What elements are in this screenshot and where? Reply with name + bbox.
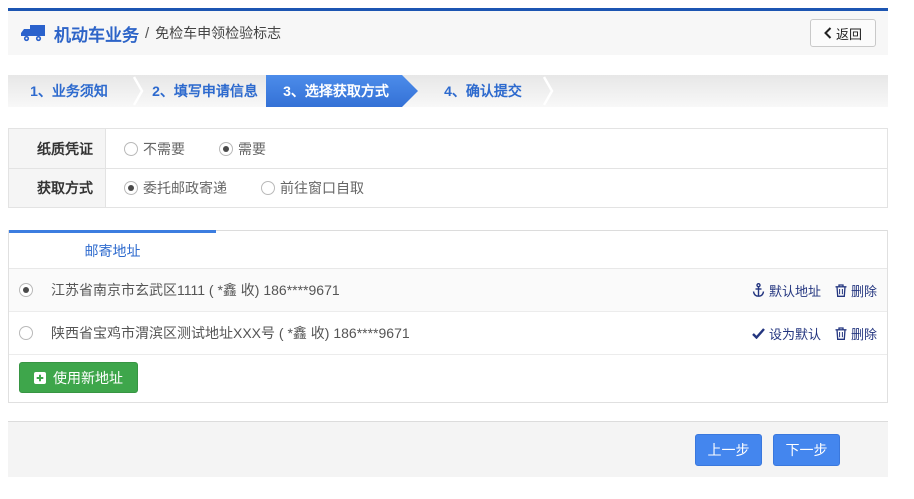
step-tab-2[interactable]: 2、填写申请信息 xyxy=(146,75,264,107)
delete-address-link[interactable]: 删除 xyxy=(835,281,877,300)
page-header: 机动车业务 / 免检车申领检验标志 返回 xyxy=(8,11,888,55)
chevron-left-icon xyxy=(824,27,832,39)
form-value-delivery-method: 委托邮政寄递 前往窗口自取 xyxy=(106,169,887,207)
next-step-button[interactable]: 下一步 xyxy=(773,434,840,466)
radio-checked-icon[interactable] xyxy=(124,181,138,195)
step-tab-2-label: 2、填写申请信息 xyxy=(152,81,258,101)
tab-separator-icon xyxy=(130,75,146,107)
check-icon xyxy=(752,328,765,339)
radio-option-no-need[interactable]: 不需要 xyxy=(124,139,185,159)
radio-unchecked-icon[interactable] xyxy=(261,181,275,195)
trash-icon xyxy=(835,327,847,340)
step-tab-3-active[interactable]: 3、选择获取方式 xyxy=(266,75,418,107)
form-value-paper-cert: 不需要 需要 xyxy=(106,129,887,168)
address-actions: 设为默认 删除 xyxy=(752,324,877,343)
radio-option-postal-delivery[interactable]: 委托邮政寄递 xyxy=(124,178,227,198)
address-radio-checked-icon[interactable] xyxy=(19,283,33,297)
step-tabs: 1、业务须知 2、填写申请信息 3、选择获取方式 4、确认提交 xyxy=(8,75,888,107)
radio-checked-icon[interactable] xyxy=(219,142,233,156)
truck-icon xyxy=(20,23,46,43)
radio-option-window-pickup[interactable]: 前往窗口自取 xyxy=(261,178,364,198)
trash-icon xyxy=(835,284,847,297)
radio-label: 需要 xyxy=(238,139,266,159)
form-row-delivery-method: 获取方式 委托邮政寄递 前往窗口自取 xyxy=(9,168,887,207)
radio-label: 前往窗口自取 xyxy=(280,178,364,198)
step-tab-1-label: 1、业务须知 xyxy=(30,81,108,101)
form-label-paper-cert: 纸质凭证 xyxy=(9,129,106,168)
delete-link-label: 删除 xyxy=(851,281,877,300)
anchor-icon xyxy=(752,283,765,297)
delete-address-link[interactable]: 删除 xyxy=(835,324,877,343)
form-row-paper-cert: 纸质凭证 不需要 需要 xyxy=(9,129,887,168)
radio-unchecked-icon[interactable] xyxy=(124,142,138,156)
step-tab-3-label: 3、选择获取方式 xyxy=(283,81,389,101)
set-default-label: 设为默认 xyxy=(769,324,821,343)
radio-label: 不需要 xyxy=(143,139,185,159)
radio-label: 委托邮政寄递 xyxy=(143,178,227,198)
address-actions: 默认地址 删除 xyxy=(752,281,877,300)
mailing-address-section: 邮寄地址 江苏省南京市玄武区1111 ( *鑫 收) 186****9671 默… xyxy=(8,230,888,403)
address-text: 江苏省南京市玄武区1111 ( *鑫 收) 186****9671 xyxy=(51,280,340,300)
form-label-delivery-method: 获取方式 xyxy=(9,169,106,207)
address-tab-bar-filler xyxy=(216,230,887,268)
previous-step-button[interactable]: 上一步 xyxy=(695,434,762,466)
options-form: 纸质凭证 不需要 需要 获取方式 委托邮政寄递 xyxy=(8,128,888,208)
tab-mailing-address[interactable]: 邮寄地址 xyxy=(9,230,216,268)
default-address-badge[interactable]: 默认地址 xyxy=(752,281,821,300)
step-tab-1[interactable]: 1、业务须知 xyxy=(8,75,130,107)
default-address-label: 默认地址 xyxy=(769,281,821,300)
page-container: 机动车业务 / 免检车申领检验标志 返回 1、业务须知 2、填写申请信息 3、选… xyxy=(8,8,888,477)
back-button[interactable]: 返回 xyxy=(810,19,876,47)
delete-link-label: 删除 xyxy=(851,324,877,343)
use-new-address-button[interactable]: 使用新地址 xyxy=(19,362,138,393)
step-tab-4-label: 4、确认提交 xyxy=(444,81,522,101)
plus-icon xyxy=(34,372,46,384)
bottom-action-bar: 上一步 下一步 xyxy=(8,421,888,477)
back-button-label: 返回 xyxy=(836,24,862,43)
tab-separator-icon xyxy=(540,75,556,107)
radio-option-need[interactable]: 需要 xyxy=(219,139,266,159)
page-title: 机动车业务 xyxy=(54,21,139,46)
address-text: 陕西省宝鸡市渭滨区测试地址XXX号 ( *鑫 收) 186****9671 xyxy=(51,323,410,343)
address-row-2[interactable]: 陕西省宝鸡市渭滨区测试地址XXX号 ( *鑫 收) 186****9671 设为… xyxy=(9,312,887,355)
use-new-address-label: 使用新地址 xyxy=(53,368,123,388)
step-tab-4[interactable]: 4、确认提交 xyxy=(426,75,540,107)
address-row-1[interactable]: 江苏省南京市玄武区1111 ( *鑫 收) 186****9671 默认地址 xyxy=(9,269,887,312)
address-footer: 使用新地址 xyxy=(9,355,887,402)
address-radio-unchecked-icon[interactable] xyxy=(19,326,33,340)
tab-gap xyxy=(418,75,426,107)
breadcrumb-current: 免检车申领检验标志 xyxy=(155,23,281,43)
breadcrumb-separator: / xyxy=(145,25,149,42)
address-tab-bar: 邮寄地址 xyxy=(9,230,887,269)
set-default-link[interactable]: 设为默认 xyxy=(752,324,821,343)
